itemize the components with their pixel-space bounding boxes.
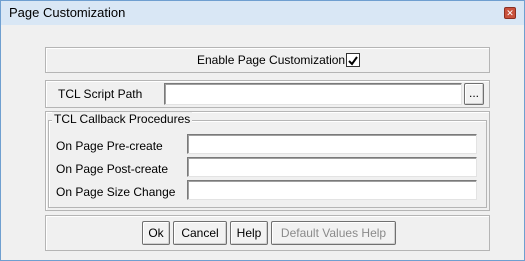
ok-button[interactable]: Ok [142,221,170,245]
help-button[interactable]: Help [230,221,268,245]
browse-label: ... [468,86,479,100]
size-change-label: On Page Size Change [56,185,176,199]
enable-label: Enable Page Customization [197,53,346,67]
enable-checkbox[interactable] [346,53,360,67]
pre-create-input[interactable] [187,134,477,154]
pre-create-label: On Page Pre-create [56,139,163,153]
close-icon[interactable]: ✕ [504,7,516,19]
cancel-button[interactable]: Cancel [173,221,227,245]
dialog-window: Page Customization ✕ Enable Page Customi… [0,0,525,261]
size-change-input[interactable] [187,180,477,200]
default-values-help-button[interactable]: Default Values Help [271,221,396,245]
post-create-input[interactable] [187,157,477,177]
title-bar[interactable]: Page Customization ✕ [1,1,524,25]
script-path-input[interactable] [164,83,462,105]
script-panel: TCL Script Path ... [45,80,490,108]
check-icon [348,56,358,66]
script-path-label: TCL Script Path [58,87,143,101]
button-panel: Ok Cancel Help Default Values Help [45,215,490,251]
post-create-label: On Page Post-create [56,162,169,176]
enable-panel: Enable Page Customization [45,47,490,73]
callback-panel: TCL Callback Procedures On Page Pre-crea… [45,111,490,211]
browse-button[interactable]: ... [464,83,484,105]
window-title: Page Customization [9,5,126,20]
callback-group-title: TCL Callback Procedures [52,112,193,126]
